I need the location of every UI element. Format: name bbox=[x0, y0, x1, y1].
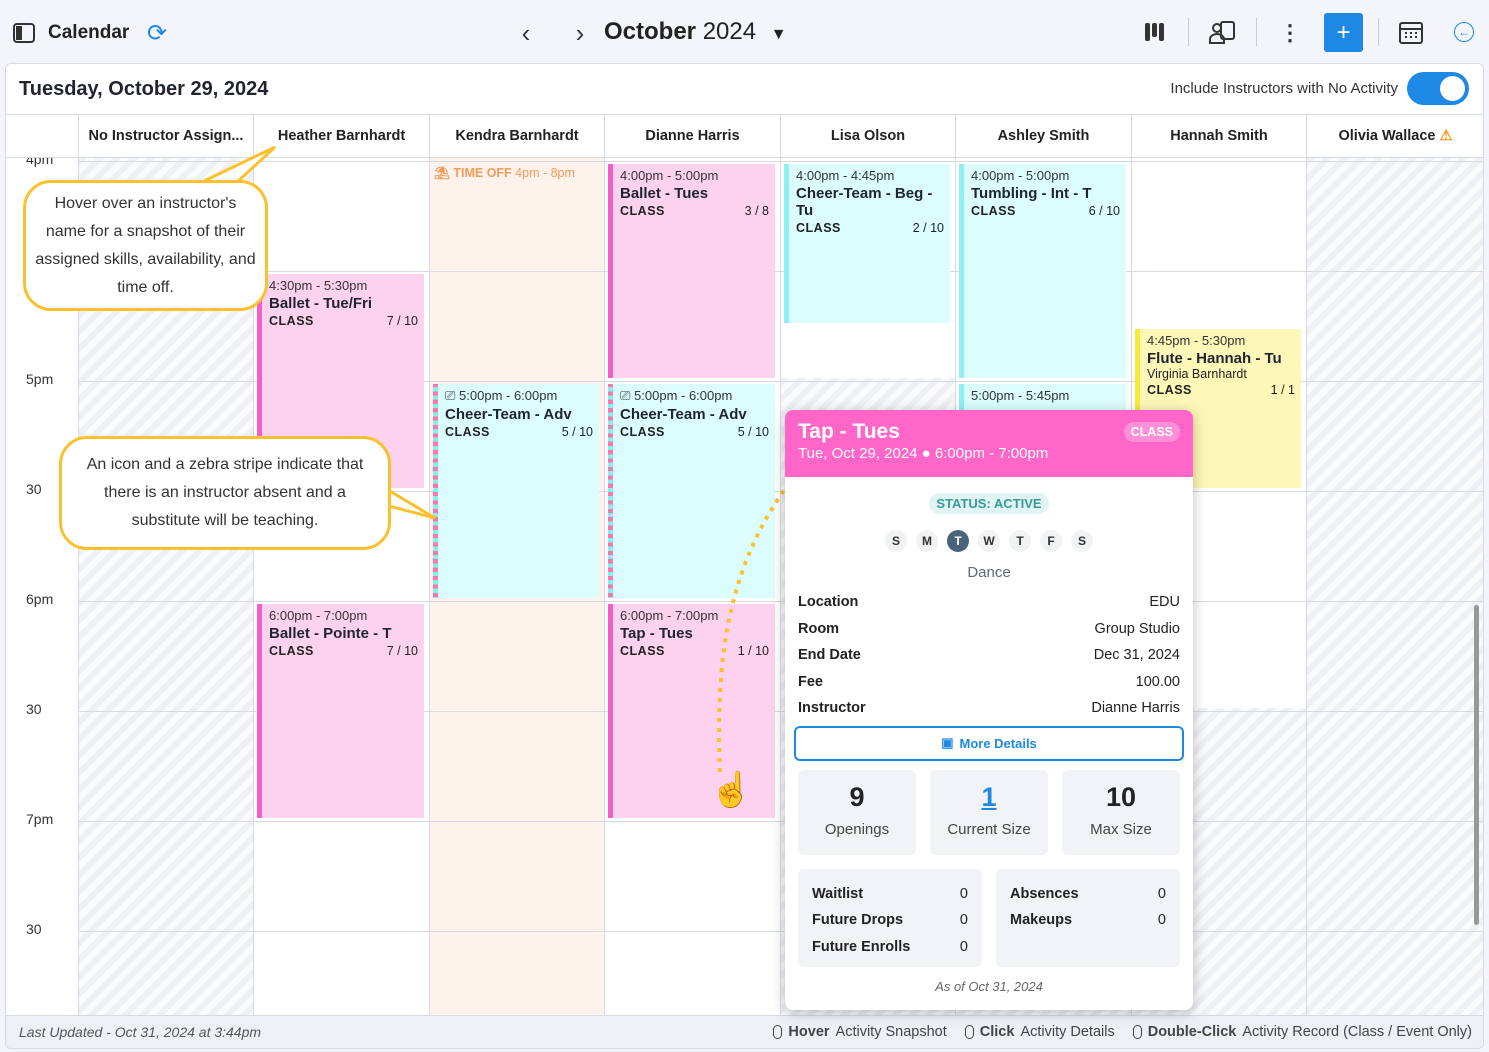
count-row: Absences 0 bbox=[1010, 885, 1166, 902]
weekday-indicator: T bbox=[947, 530, 969, 552]
activity-snapshot-popup: Tap - Tues Tue, Oct 29, 2024 ● 6:00pm - … bbox=[785, 410, 1193, 1010]
scrollbar[interactable] bbox=[1474, 605, 1479, 925]
count-row: Future Drops 0 bbox=[812, 912, 968, 929]
detail-row: Instructor Dianne Harris bbox=[798, 700, 1180, 717]
as-of-date: As of Oct 31, 2024 bbox=[935, 978, 1043, 994]
detail-row: Fee 100.00 bbox=[798, 673, 1180, 690]
weekday-indicator: S bbox=[1071, 530, 1093, 552]
detail-row: End Date Dec 31, 2024 bbox=[798, 647, 1180, 664]
attendance-box: Absences 0 Makeups 0 bbox=[996, 868, 1180, 967]
detail-row: Location EDU bbox=[798, 594, 1180, 611]
category: Dance bbox=[967, 564, 1011, 581]
popup-title: Tap - Tues bbox=[798, 420, 900, 443]
details-icon: ▣ bbox=[941, 735, 954, 750]
count-row: Future Enrolls 0 bbox=[812, 938, 968, 955]
enrollment-box: Waitlist 0 Future Drops 0 Future Enrolls 0 bbox=[798, 868, 982, 967]
detail-row: Room Group Studio bbox=[798, 620, 1180, 637]
type-badge: CLASS bbox=[1123, 422, 1180, 442]
status-badge: STATUS: ACTIVE bbox=[929, 493, 1049, 514]
hand-cursor-icon: ☝ bbox=[710, 771, 753, 809]
more-details-button[interactable]: ▣ More Details bbox=[794, 725, 1184, 761]
popup-datetime: Tue, Oct 29, 2024 ● 6:00pm - 7:00pm bbox=[798, 445, 1049, 462]
stat-openings: 9 Openings bbox=[798, 769, 916, 855]
callout-hover-instructor: Hover over an instructor's name for a sn… bbox=[23, 180, 268, 311]
weekday-indicator: W bbox=[978, 530, 1000, 552]
weekday-indicator: T bbox=[1009, 530, 1031, 552]
stat-current-size[interactable]: 1 Current Size bbox=[930, 769, 1048, 855]
count-row: Makeups 0 bbox=[1010, 912, 1166, 929]
weekday-indicator: M bbox=[916, 530, 938, 552]
weekday-indicator: S bbox=[885, 530, 907, 552]
stat-max-size: 10 Max Size bbox=[1062, 769, 1180, 855]
weekday-indicator: F bbox=[1040, 530, 1062, 552]
callout-zebra-stripe: An icon and a zebra stripe indicate that… bbox=[59, 436, 391, 550]
count-row: Waitlist 0 bbox=[812, 885, 968, 902]
